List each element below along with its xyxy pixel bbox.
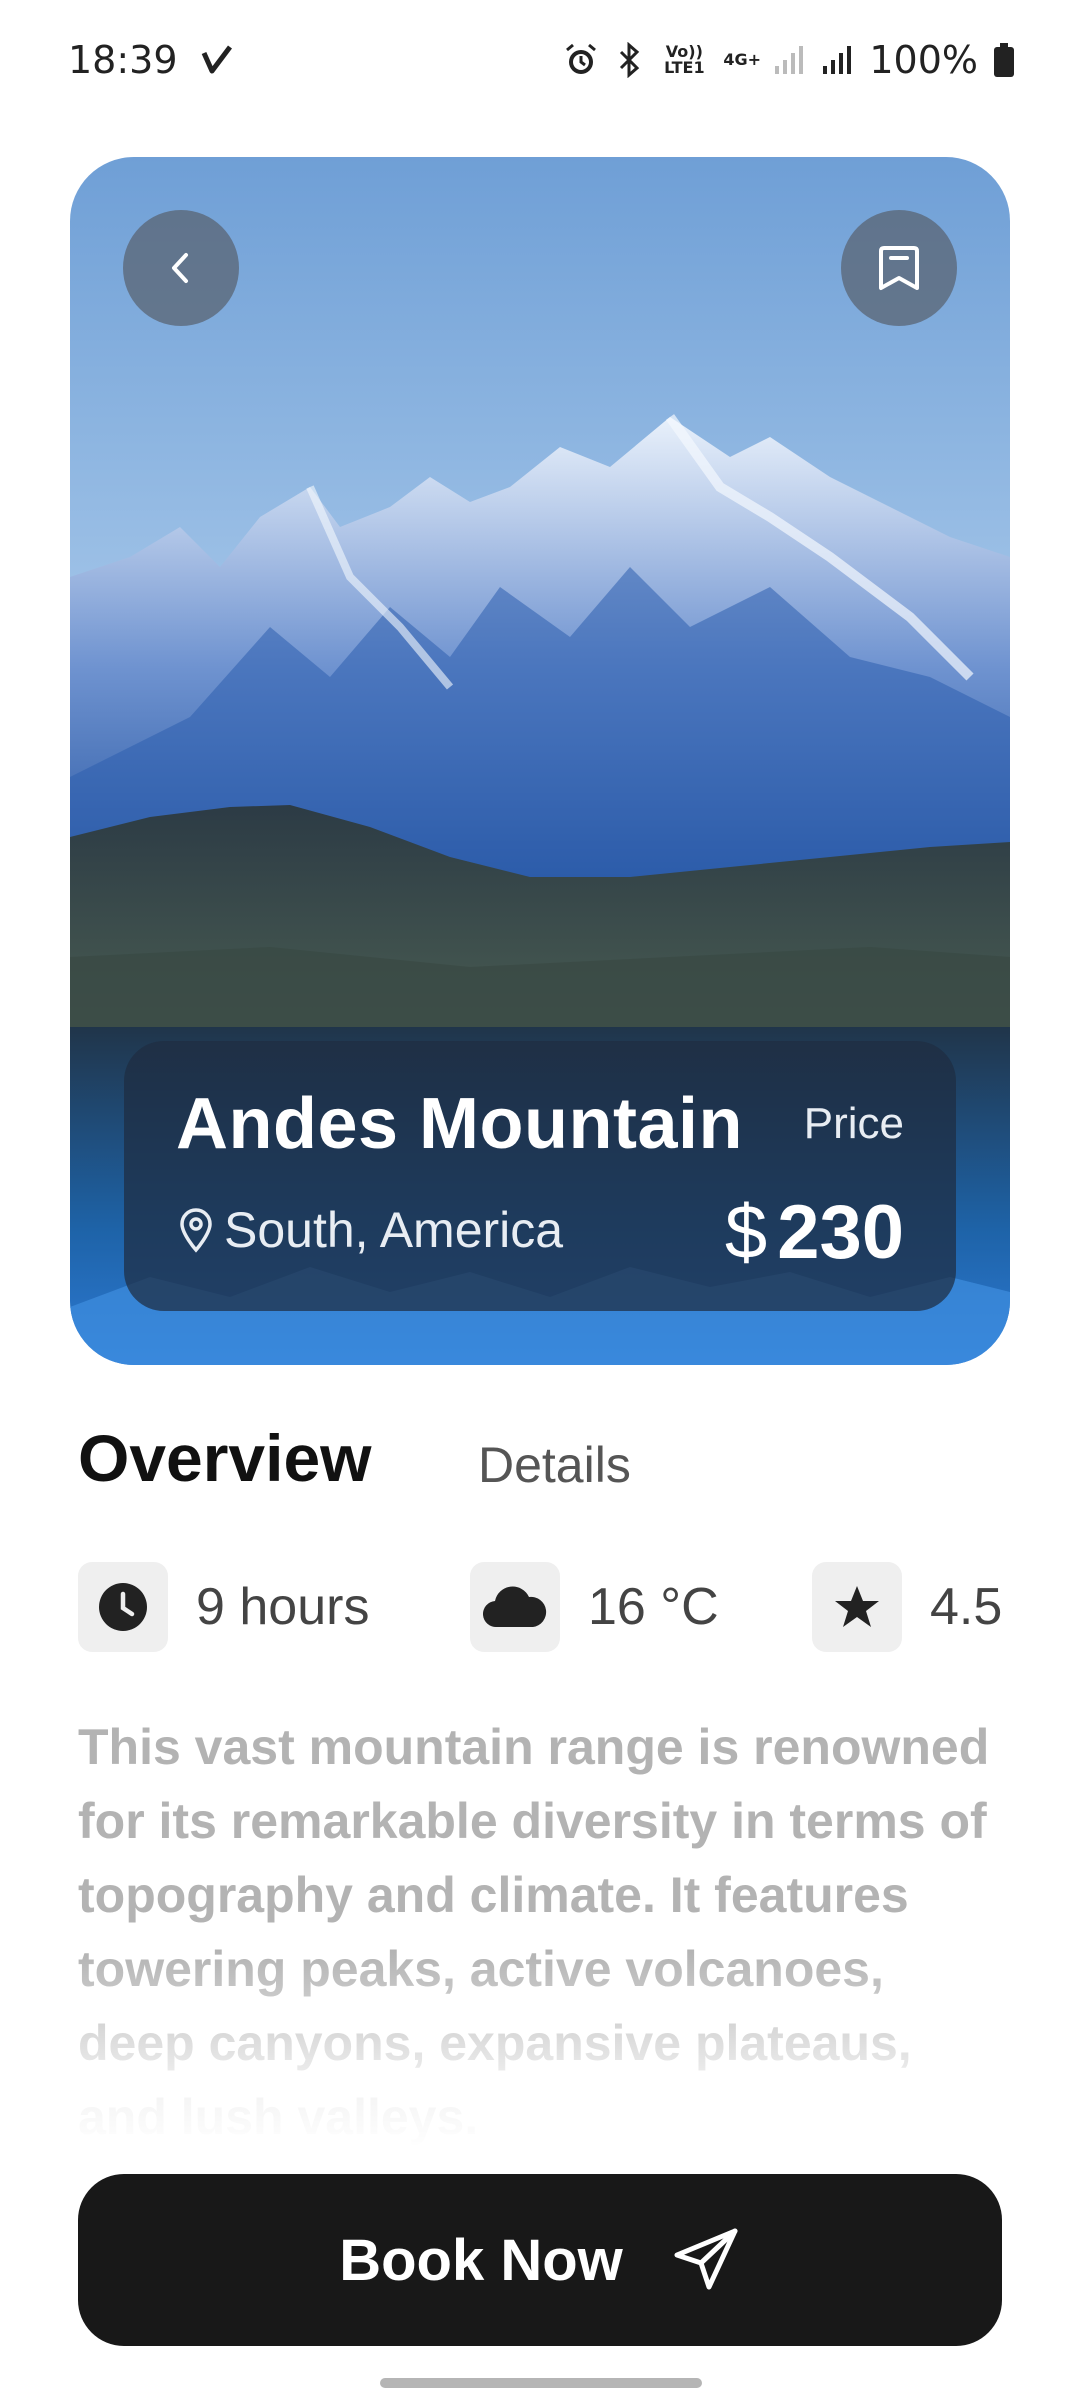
destination-description: This vast mountain range is renowned for…: [78, 1719, 990, 2145]
price-value: $ 230: [725, 1189, 904, 1276]
check-notification-icon: [200, 43, 234, 77]
destination-location: South, America: [176, 1201, 563, 1259]
home-indicator[interactable]: [380, 2378, 702, 2388]
network-type-indicator: 4G+: [723, 50, 762, 69]
alarm-icon: [563, 42, 599, 78]
back-button[interactable]: [123, 210, 239, 326]
chevron-left-icon: [172, 253, 188, 283]
rating-value: 4.5: [930, 1578, 1003, 1636]
clock-time: 18:39: [68, 38, 178, 82]
send-icon: [674, 2228, 738, 2290]
temperature-stat: 16 °C: [470, 1562, 719, 1652]
bluetooth-icon: [615, 42, 645, 78]
volte-indicator: Vo)) LTE1: [664, 42, 705, 77]
bookmark-icon: [879, 246, 919, 290]
tab-details[interactable]: Details: [478, 1436, 631, 1494]
duration-stat: 9 hours: [78, 1562, 369, 1652]
trip-stats: 9 hours 16 °C 4.5: [78, 1562, 1002, 1654]
price-amount: 230: [777, 1190, 904, 1275]
price-label: Price: [803, 1099, 904, 1148]
clock-icon: [99, 1583, 147, 1631]
book-now-label: Book Now: [339, 2227, 623, 2293]
battery-percentage: 100%: [869, 38, 978, 82]
book-now-button[interactable]: Book Now: [78, 2174, 1002, 2346]
detail-tabs: Overview Details: [78, 1420, 1002, 1520]
battery-icon: [994, 43, 1014, 77]
trip-detail-screen: 18:39 Vo)) LTE1 4G+ 100% Andes Mountain …: [0, 0, 1080, 2400]
star-icon: [835, 1586, 879, 1627]
location-pin-icon: [180, 1208, 212, 1253]
rating-stat: 4.5: [812, 1562, 1002, 1652]
status-bar: 18:39 Vo)) LTE1 4G+ 100%: [0, 0, 1080, 120]
signal-strength-icon-2: [821, 44, 853, 76]
cloud-icon: [483, 1586, 547, 1628]
destination-hero-card: Andes Mountain Price South, America $ 23…: [70, 157, 1010, 1365]
destination-info-panel: Andes Mountain Price South, America $ 23…: [124, 1041, 956, 1311]
tab-overview[interactable]: Overview: [78, 1420, 372, 1496]
signal-strength-icon-1: [773, 44, 805, 76]
location-text: South, America: [224, 1202, 564, 1258]
destination-title: Andes Mountain: [176, 1084, 743, 1164]
duration-value: 9 hours: [196, 1578, 370, 1636]
currency-symbol: $: [724, 1190, 768, 1275]
temperature-value: 16 °C: [588, 1578, 719, 1636]
bookmark-button[interactable]: [841, 210, 957, 326]
